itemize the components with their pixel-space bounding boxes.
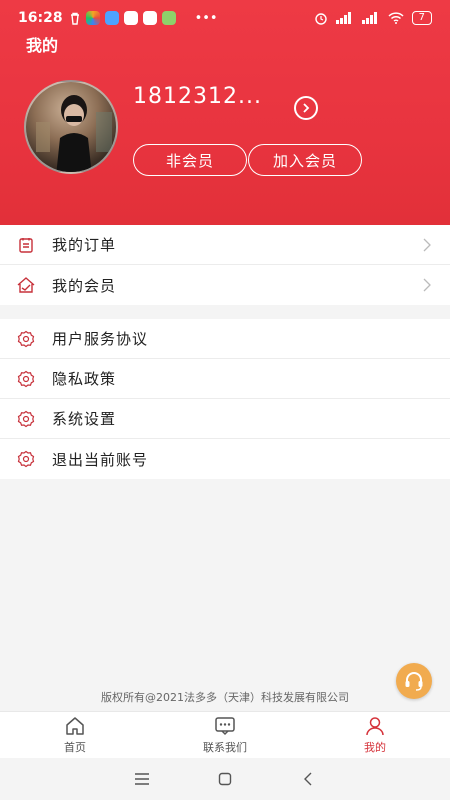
map-notification-icon xyxy=(123,11,138,25)
menu-item-membership[interactable]: 我的会员 xyxy=(0,265,450,305)
member-icon xyxy=(16,275,36,295)
tab-label: 首页 xyxy=(64,741,86,754)
tab-home[interactable]: 首页 xyxy=(0,712,150,758)
menu-item-label: 我的会员 xyxy=(52,276,117,295)
gear-icon xyxy=(16,329,36,349)
menu-item-user-agreement[interactable]: 用户服务协议 xyxy=(0,319,450,359)
join-member-button[interactable]: 加入会员 xyxy=(248,144,362,176)
customer-service-button[interactable] xyxy=(396,663,432,699)
app-notification-icon xyxy=(85,11,100,25)
menu-group-settings: 用户服务协议 隐私政策 系统设置 退出当前账号 xyxy=(0,319,450,479)
order-icon xyxy=(16,235,36,255)
tab-contact[interactable]: 联系我们 xyxy=(150,712,300,758)
status-time: 16:28 xyxy=(18,10,63,26)
signal-2-icon xyxy=(361,12,377,24)
status-indicators: 7 xyxy=(314,11,432,25)
menu-item-label: 系统设置 xyxy=(52,410,117,428)
home-icon xyxy=(66,717,84,735)
menu-item-label: 隐私政策 xyxy=(52,370,117,388)
system-nav-bar xyxy=(0,758,450,800)
member-status-button[interactable]: 非会员 xyxy=(133,144,247,176)
status-app-icons: ••• xyxy=(69,11,218,26)
gear-icon xyxy=(16,369,36,389)
menu-item-system-settings[interactable]: 系统设置 xyxy=(0,399,450,439)
gear-icon xyxy=(16,409,36,429)
menu-item-label: 用户服务协议 xyxy=(52,330,149,348)
chevron-right-icon xyxy=(423,238,431,252)
page-title: 我的 xyxy=(26,36,59,55)
chevron-right-icon xyxy=(423,278,431,292)
status-bar: 16:28 ••• 7 xyxy=(0,0,450,36)
wechat-notification-icon xyxy=(161,11,176,25)
trash-notification-icon xyxy=(70,12,79,25)
menu-item-label: 我的订单 xyxy=(52,236,117,254)
tab-label: 我的 xyxy=(364,741,386,754)
user-icon xyxy=(366,717,384,736)
menu-item-label: 退出当前账号 xyxy=(52,450,149,469)
alarm-icon xyxy=(314,13,327,25)
signal-icon xyxy=(335,12,351,24)
avatar[interactable] xyxy=(24,80,118,174)
menu-group-account: 我的订单 我的会员 xyxy=(0,225,450,305)
battery-indicator: 7 xyxy=(411,11,432,25)
more-notifications-icon: ••• xyxy=(194,10,218,26)
menu-item-privacy-policy[interactable]: 隐私政策 xyxy=(0,359,450,399)
square-icon xyxy=(218,772,232,786)
play-notification-icon xyxy=(142,11,157,25)
menu-item-logout[interactable]: 退出当前账号 xyxy=(0,439,450,479)
message-notification-icon xyxy=(104,11,119,25)
home-nav-button[interactable] xyxy=(213,767,237,791)
avatar-photo xyxy=(36,95,112,172)
copyright-text: 版权所有@2021法多多（天津）科技发展有限公司 xyxy=(101,691,349,704)
menu-item-orders[interactable]: 我的订单 xyxy=(0,225,450,265)
bottom-tab-bar: 首页 联系我们 我的 xyxy=(0,711,450,758)
chat-icon xyxy=(215,717,235,736)
profile-header: 16:28 ••• 7 我的 1812312... 非会员 加入会员 xyxy=(0,0,450,225)
tab-label: 联系我们 xyxy=(203,741,247,754)
back-nav-button[interactable] xyxy=(296,767,320,791)
back-icon xyxy=(304,772,312,786)
username[interactable]: 1812312... xyxy=(133,84,262,109)
gear-icon xyxy=(16,449,36,469)
menu-icon xyxy=(134,773,149,785)
tab-mine[interactable]: 我的 xyxy=(300,712,450,758)
headset-icon xyxy=(405,672,423,691)
menu-nav-button[interactable] xyxy=(130,767,154,791)
wifi-icon xyxy=(388,12,404,24)
profile-arrow-icon[interactable] xyxy=(294,96,318,120)
